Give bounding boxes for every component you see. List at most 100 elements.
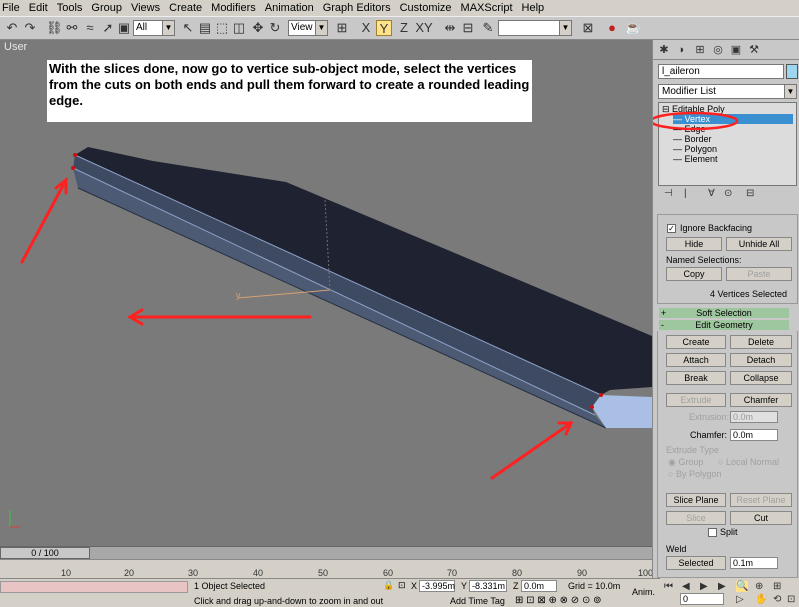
- zoom-all-icon[interactable]: ⊕: [755, 581, 763, 592]
- rotate-icon[interactable]: ↻: [267, 20, 283, 36]
- hide-button[interactable]: Hide: [666, 237, 722, 251]
- split-checkbox[interactable]: [708, 528, 717, 537]
- copy-button[interactable]: Copy: [666, 267, 722, 281]
- configure-sets-icon[interactable]: ⊟: [746, 188, 754, 199]
- stack-item-polygon[interactable]: — Polygon: [673, 144, 717, 154]
- hierarchy-tab-icon[interactable]: ⊞: [693, 43, 707, 57]
- menu-customize[interactable]: Customize: [400, 2, 452, 14]
- viewport-user[interactable]: y User With the slices done, now go to v…: [0, 40, 652, 546]
- next-frame-icon[interactable]: ▶: [718, 581, 726, 592]
- undo-icon[interactable]: ↶: [4, 20, 20, 36]
- cut-button[interactable]: Cut: [730, 511, 792, 525]
- menu-edit[interactable]: Edit: [29, 2, 48, 14]
- axis-y-button[interactable]: Y: [376, 20, 392, 36]
- link-icon[interactable]: ⛓: [46, 20, 63, 36]
- utilities-tab-icon[interactable]: ⚒: [747, 43, 761, 57]
- prev-frame-icon[interactable]: ◀: [682, 581, 690, 592]
- go-start-icon[interactable]: ⏮: [664, 581, 673, 592]
- window-crossing-icon[interactable]: ◫: [231, 20, 247, 36]
- arc-rotate-icon[interactable]: ⟲: [773, 594, 781, 605]
- x-coord-field[interactable]: -3.995m: [419, 580, 455, 592]
- select-region-icon[interactable]: ▣: [116, 20, 132, 36]
- frame-field[interactable]: 0: [680, 593, 724, 605]
- slice-button[interactable]: Slice: [666, 511, 726, 525]
- stack-item-border[interactable]: — Border: [673, 134, 712, 144]
- menu-help[interactable]: Help: [522, 2, 545, 14]
- selection-filter-dropdown[interactable]: All ▼: [133, 20, 175, 36]
- menu-maxscript[interactable]: MAXScript: [461, 2, 513, 14]
- redo-icon[interactable]: ↷: [22, 20, 38, 36]
- viewport-label[interactable]: User: [4, 41, 27, 53]
- align-icon[interactable]: ⊟: [460, 20, 476, 36]
- attach-button[interactable]: Attach: [666, 353, 726, 367]
- menu-create[interactable]: Create: [169, 2, 202, 14]
- detach-button[interactable]: Detach: [730, 353, 792, 367]
- select-by-name-icon[interactable]: ▤: [197, 20, 213, 36]
- add-time-tag[interactable]: Add Time Tag: [450, 596, 505, 606]
- collapse-button[interactable]: Collapse: [730, 371, 792, 385]
- mirror-icon[interactable]: ⇹: [442, 20, 458, 36]
- time-slider[interactable]: 0 / 100: [0, 546, 652, 559]
- group-radio[interactable]: ◉ Group: [668, 457, 703, 468]
- modifier-list-dropdown[interactable]: Modifier List ▼: [658, 84, 797, 99]
- object-name-field[interactable]: l_aileron: [658, 64, 784, 79]
- modify-tab-icon[interactable]: ◗: [675, 43, 689, 57]
- local-normal-radio[interactable]: ○ Local Normal: [718, 457, 779, 467]
- extrusion-spinner[interactable]: 0.0m: [730, 411, 778, 423]
- menu-graph-editors[interactable]: Graph Editors: [323, 2, 391, 14]
- soft-selection-rollout-header[interactable]: + Soft Selection: [659, 308, 789, 318]
- zoom-icon[interactable]: 🔍: [736, 581, 749, 592]
- create-button[interactable]: Create: [666, 335, 726, 349]
- chamfer-button[interactable]: Chamfer: [730, 393, 792, 407]
- y-coord-field[interactable]: -8.331m: [469, 580, 507, 592]
- track-bar[interactable]: 10 20 30 40 50 60 70 80 90 100: [0, 559, 653, 578]
- object-color-swatch[interactable]: [786, 64, 798, 79]
- show-end-result-icon[interactable]: |: [684, 188, 687, 199]
- menu-views[interactable]: Views: [131, 2, 160, 14]
- move-icon[interactable]: ✥: [250, 20, 266, 36]
- break-button[interactable]: Break: [666, 371, 726, 385]
- motion-tab-icon[interactable]: ◎: [711, 43, 725, 57]
- lock-icon[interactable]: 🔒: [383, 580, 394, 591]
- axis-xy-button[interactable]: XY: [414, 20, 434, 36]
- time-slider-knob[interactable]: 0 / 100: [0, 547, 90, 559]
- anim-button[interactable]: Anim.: [632, 587, 655, 597]
- bind-icon[interactable]: ≈: [82, 20, 98, 36]
- axis-x-button[interactable]: X: [358, 20, 374, 36]
- play-icon[interactable]: ▶: [700, 581, 708, 592]
- extrude-button[interactable]: Extrude: [666, 393, 726, 407]
- named-selection-dropdown[interactable]: ▼: [498, 20, 572, 36]
- zoom-extents-icon[interactable]: ⊞: [773, 581, 781, 592]
- toolbar-icons-bottom[interactable]: ⊞ ⊡ ⊠ ⊕ ⊗ ⊘ ⊙ ⊚: [515, 595, 601, 606]
- select-object-icon[interactable]: ↖: [180, 20, 196, 36]
- menu-file[interactable]: File: [2, 2, 20, 14]
- make-unique-icon[interactable]: ∀: [708, 188, 715, 199]
- unlink-icon[interactable]: ⚯: [64, 20, 80, 36]
- paint-icon[interactable]: ✎: [480, 20, 496, 36]
- stack-item-element[interactable]: — Element: [673, 154, 718, 164]
- maximize-icon[interactable]: ⊡: [787, 594, 795, 605]
- menu-tools[interactable]: Tools: [57, 2, 83, 14]
- pin-stack-icon[interactable]: ⊣: [664, 188, 673, 199]
- pivot-icon[interactable]: ⊞: [334, 20, 350, 36]
- weld-selected-button[interactable]: Selected: [666, 556, 726, 570]
- select-icon[interactable]: ➚: [100, 20, 116, 36]
- menu-animation[interactable]: Animation: [265, 2, 314, 14]
- create-tab-icon[interactable]: ✱: [657, 43, 671, 57]
- unhide-all-button[interactable]: Unhide All: [726, 237, 792, 251]
- rect-region-icon[interactable]: ⬚: [214, 20, 230, 36]
- ignore-backfacing-checkbox[interactable]: ✓: [667, 224, 676, 233]
- slice-plane-button[interactable]: Slice Plane: [666, 493, 726, 507]
- ref-coord-dropdown[interactable]: View ▼: [288, 20, 328, 36]
- pan-icon[interactable]: ✋: [755, 594, 767, 605]
- reset-plane-button[interactable]: Reset Plane: [730, 493, 792, 507]
- z-coord-field[interactable]: 0.0m: [521, 580, 557, 592]
- fov-icon[interactable]: ▷: [736, 594, 744, 605]
- absolute-mode-icon[interactable]: ⊡: [398, 580, 406, 591]
- render-icon[interactable]: ●: [604, 20, 620, 36]
- weld-threshold-spinner[interactable]: 0.1m: [730, 557, 778, 569]
- chamfer-spinner[interactable]: 0.0m: [730, 429, 778, 441]
- axis-z-button[interactable]: Z: [396, 20, 412, 36]
- menu-modifiers[interactable]: Modifiers: [211, 2, 256, 14]
- remove-modifier-icon[interactable]: ⊙: [724, 188, 732, 199]
